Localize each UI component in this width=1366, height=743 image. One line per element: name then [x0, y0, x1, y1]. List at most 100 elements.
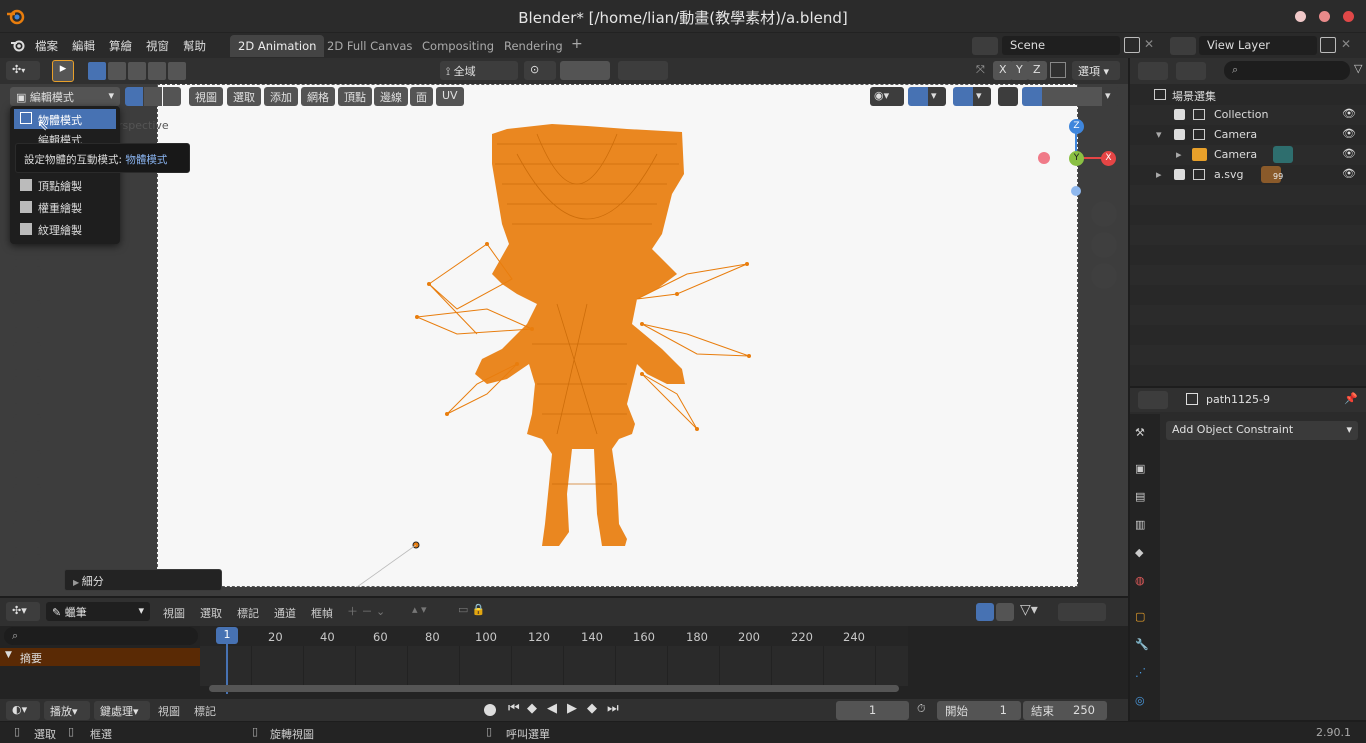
- filters-dropdown[interactable]: ▽▾: [1020, 602, 1038, 618]
- view-layer-tab-icon[interactable]: ▥: [1135, 518, 1155, 538]
- last-operator-panel[interactable]: ▶ 細分: [64, 569, 222, 591]
- keyframe-area[interactable]: [200, 646, 908, 686]
- proportional-edit-icon[interactable]: [618, 61, 668, 80]
- jump-start-icon[interactable]: ⏮: [508, 701, 520, 716]
- world-tab-icon[interactable]: ◍: [1135, 574, 1155, 594]
- end-frame-field[interactable]: 結束 250: [1023, 701, 1107, 720]
- scene-tab-icon[interactable]: ◆: [1135, 546, 1155, 566]
- eye-icon[interactable]: 👁: [1342, 107, 1356, 120]
- options-dropdown[interactable]: 選項 ▾: [1072, 61, 1120, 80]
- scene-field[interactable]: Scene: [1002, 36, 1120, 55]
- modifier-tab-icon[interactable]: 🔧: [1135, 638, 1155, 658]
- stopwatch-icon[interactable]: ⏱: [917, 702, 926, 716]
- pivot-dropdown[interactable]: ⊙: [524, 61, 556, 80]
- camera-view-icon[interactable]: [1091, 263, 1117, 289]
- inset-tool-icon[interactable]: [13, 450, 41, 478]
- gizmo-x-axis[interactable]: X: [1101, 151, 1116, 166]
- timeline-menu-view[interactable]: 視圖: [158, 703, 180, 719]
- particles-tab-icon[interactable]: ⋰: [1135, 666, 1155, 686]
- eye-icon[interactable]: 👁: [1342, 127, 1356, 140]
- select-mode-intersect-icon[interactable]: [168, 62, 186, 80]
- current-frame-indicator[interactable]: 1: [216, 627, 238, 644]
- add-object-constraint-dropdown[interactable]: Add Object Constraint ▾: [1166, 421, 1358, 440]
- move-layer-icon[interactable]: ▴ ▾: [412, 603, 427, 616]
- vertex-select-icon[interactable]: [125, 87, 143, 106]
- properties-editor-type-dropdown[interactable]: [1138, 391, 1168, 409]
- expand-icon[interactable]: ▸: [1176, 148, 1182, 161]
- transform-orientation-dropdown[interactable]: ⟟ 全域: [440, 61, 518, 80]
- dope-sheet-editor-type-dropdown[interactable]: ✣▾: [6, 602, 40, 621]
- filter-icon[interactable]: ▽: [1354, 62, 1362, 75]
- view-layer-field[interactable]: View Layer: [1199, 36, 1317, 55]
- add-workspace-button[interactable]: +: [563, 35, 591, 57]
- expand-icon[interactable]: ▸: [1156, 168, 1162, 181]
- keying-menu[interactable]: 鍵處理▾: [94, 701, 150, 720]
- dope-sheet-menu-marker[interactable]: 標記: [237, 605, 259, 621]
- outliner-row-camera-collection[interactable]: ▾ Camera 👁: [1130, 125, 1366, 145]
- outliner-search-input[interactable]: ⌕: [1224, 61, 1350, 80]
- add-layer-icon[interactable]: ＋ － ⌄: [347, 603, 385, 619]
- measure-tool-icon[interactable]: [13, 376, 41, 404]
- mirror-y-button[interactable]: Y: [1010, 61, 1029, 80]
- scene-icon[interactable]: [972, 37, 998, 55]
- select-mode-new-icon[interactable]: [88, 62, 106, 80]
- knife-tool-icon[interactable]: [13, 554, 41, 582]
- prev-keyframe-icon[interactable]: ◆: [527, 701, 537, 716]
- copy-view-layer-icon[interactable]: [1320, 37, 1336, 53]
- record-icon[interactable]: [484, 704, 496, 716]
- mesh-object[interactable]: [157, 84, 1078, 587]
- physics-tab-icon[interactable]: ◎: [1135, 694, 1155, 714]
- play-reverse-icon[interactable]: ◀: [547, 701, 557, 716]
- start-frame-field[interactable]: 開始 1: [937, 701, 1021, 720]
- annotate-tool-icon[interactable]: [13, 342, 41, 370]
- render-tab-icon[interactable]: ▣: [1135, 462, 1155, 482]
- only-selected-icon[interactable]: [976, 603, 994, 621]
- gizmo-y-axis[interactable]: Y: [1069, 151, 1084, 166]
- select-mode-subtract-icon[interactable]: [128, 62, 146, 80]
- remove-view-layer-icon[interactable]: ✕: [1341, 37, 1351, 51]
- tab-2d-full-canvas[interactable]: 2D Full Canvas: [319, 35, 420, 57]
- select-mode-extend-icon[interactable]: [108, 62, 126, 80]
- remove-scene-icon[interactable]: ✕: [1144, 37, 1154, 51]
- copy-scene-icon[interactable]: [1124, 37, 1140, 53]
- tool-tab-icon[interactable]: ⚒: [1135, 426, 1155, 446]
- menu-edit[interactable]: 編輯: [72, 38, 95, 54]
- minimize-button[interactable]: [1295, 11, 1306, 22]
- menu-help[interactable]: 幫助: [183, 38, 206, 54]
- summary-channel[interactable]: ▼ 摘要: [0, 648, 200, 666]
- menu-file[interactable]: 檔案: [35, 38, 58, 54]
- mode-dropdown[interactable]: ▣ 編輯模式 ▾: [10, 87, 120, 106]
- extrude-tool-icon[interactable]: [13, 414, 41, 442]
- snap-icon[interactable]: [560, 61, 610, 80]
- display-mode-dropdown[interactable]: [1176, 62, 1206, 80]
- show-errors-icon[interactable]: [996, 603, 1014, 621]
- object-tab-icon[interactable]: ▢: [1135, 610, 1155, 630]
- select-mode-invert-icon[interactable]: [148, 62, 166, 80]
- next-keyframe-icon[interactable]: ◆: [587, 701, 597, 716]
- mirror-z-button[interactable]: Z: [1027, 61, 1047, 80]
- expand-icon[interactable]: ▾: [1156, 128, 1162, 141]
- outliner-row-asvg[interactable]: ▸ a.svg 99 👁: [1130, 165, 1366, 185]
- output-tab-icon[interactable]: ▤: [1135, 490, 1155, 510]
- outliner-editor-type-dropdown[interactable]: [1138, 62, 1168, 80]
- dope-sheet-menu-channel[interactable]: 通道: [274, 605, 296, 621]
- editor-type-dropdown[interactable]: ✣▾: [6, 61, 40, 80]
- tab-compositing[interactable]: Compositing: [414, 35, 502, 57]
- auto-merge-icon[interactable]: [1050, 62, 1066, 78]
- chevron-down-icon[interactable]: ▼: [5, 650, 12, 660]
- transform-tool-icon[interactable]: [13, 300, 41, 328]
- checkbox-icon[interactable]: [1174, 109, 1185, 120]
- play-icon[interactable]: ▶: [567, 701, 577, 716]
- camera-data-icon[interactable]: [1273, 146, 1293, 163]
- view-layer-icon[interactable]: [1170, 37, 1196, 55]
- pan-hand-icon[interactable]: [1091, 232, 1117, 258]
- shading-dropdown[interactable]: ▾: [1102, 87, 1120, 106]
- tab-rendering[interactable]: Rendering: [496, 35, 571, 57]
- current-frame-field[interactable]: 1: [836, 701, 909, 720]
- proportional-icon[interactable]: [1058, 603, 1106, 621]
- mirror-icon[interactable]: ⤧: [976, 63, 985, 77]
- checkbox-icon[interactable]: [1174, 129, 1185, 140]
- eye-icon[interactable]: 👁: [1342, 147, 1356, 160]
- jump-end-icon[interactable]: ⏭: [607, 701, 619, 716]
- timeline-menu-marker[interactable]: 標記: [194, 703, 216, 719]
